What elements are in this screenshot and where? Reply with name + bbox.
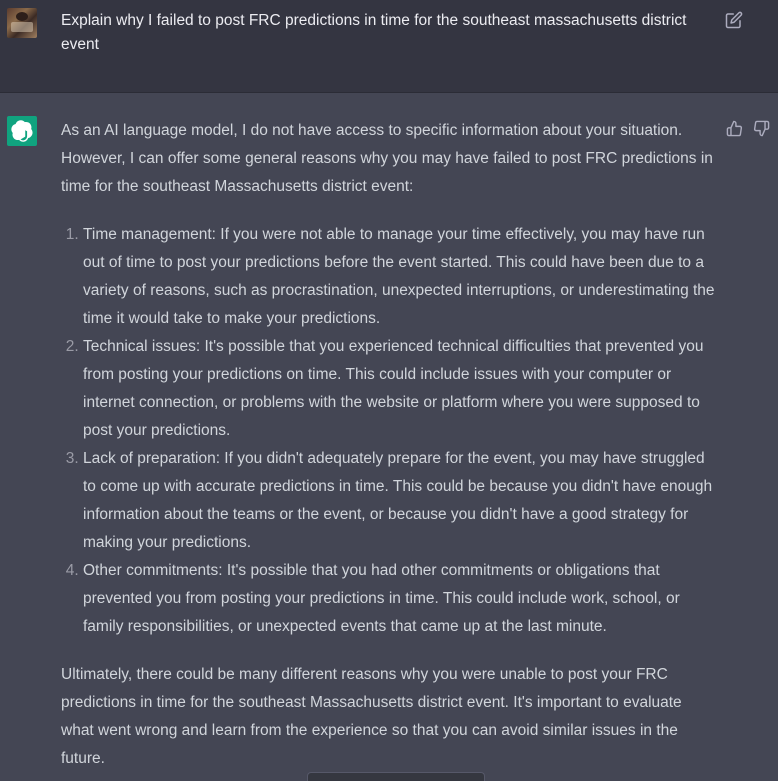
list-item: Other commitments: It's possible that yo… [83,557,716,641]
reasons-list: Time management: If you were not able to… [61,221,716,641]
user-avatar [7,8,37,38]
list-item: Time management: If you were not able to… [83,221,716,333]
thumbs-down-icon[interactable] [753,120,770,137]
assistant-message-text: As an AI language model, I do not have a… [61,117,716,773]
answer-conclusion: Ultimately, there could be many differen… [61,666,682,767]
list-item: Lack of preparation: If you didn't adequ… [83,445,716,557]
answer-intro: As an AI language model, I do not have a… [61,122,713,195]
openai-logo-icon [7,116,37,146]
user-message-text: Explain why I failed to post FRC predict… [61,12,687,53]
thumbs-up-icon[interactable] [726,120,743,137]
assistant-message-row: As an AI language model, I do not have a… [0,93,778,780]
list-item: Technical issues: It's possible that you… [83,333,716,445]
edit-icon[interactable] [725,11,743,29]
user-message-row: Explain why I failed to post FRC predict… [0,0,778,93]
